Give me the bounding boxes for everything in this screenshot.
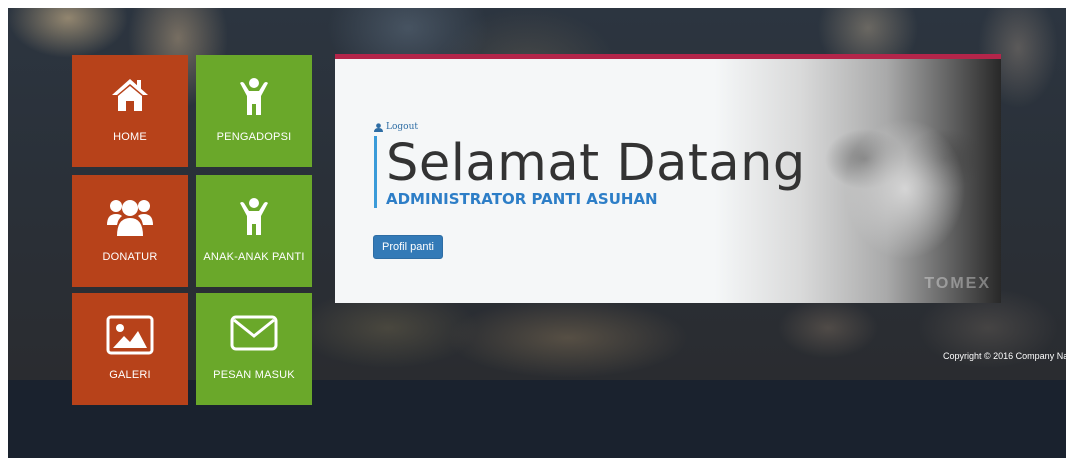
page-title: Selamat Datang [386, 134, 806, 193]
welcome-panel: TOMEX Logout Selamat Datang ADMINISTRATO… [335, 54, 1001, 303]
users-icon [72, 197, 188, 237]
tile-donatur[interactable]: DONATUR [72, 175, 188, 287]
child-icon [196, 77, 312, 117]
profil-panti-button[interactable]: Profil panti [373, 235, 443, 259]
welcome-heading: Selamat Datang ADMINISTRATOR PANTI ASUHA… [374, 136, 806, 208]
tile-label: DONATUR [102, 251, 158, 263]
tile-label: PENGADOPSI [216, 131, 292, 143]
tile-label: GALERI [109, 369, 151, 381]
home-icon [72, 77, 188, 117]
tile-anak-anak-panti[interactable]: ANAK-ANAK PANTI [196, 175, 312, 287]
photo-watermark: TOMEX [924, 275, 991, 292]
logout-label: Logout [386, 122, 418, 132]
child-icon [196, 197, 312, 237]
tile-label: ANAK-ANAK PANTI [203, 251, 305, 263]
tile-label: PESAN MASUK [213, 369, 295, 381]
image-icon [72, 315, 188, 355]
tile-pengadopsi[interactable]: PENGADOPSI [196, 55, 312, 167]
tile-home[interactable]: HOME [72, 55, 188, 167]
copyright-text: Copyright © 2016 Company Na [943, 351, 1066, 361]
user-icon [374, 122, 383, 132]
tile-galeri[interactable]: GALERI [72, 293, 188, 405]
tile-pesan-masuk[interactable]: PESAN MASUK [196, 293, 312, 405]
tile-label: HOME [113, 131, 147, 143]
logout-link[interactable]: Logout [374, 122, 418, 132]
page-frame: HOME PENGADOPSI DONATUR ANAK-ANAK PANTI … [8, 8, 1066, 458]
envelope-icon [196, 315, 312, 355]
